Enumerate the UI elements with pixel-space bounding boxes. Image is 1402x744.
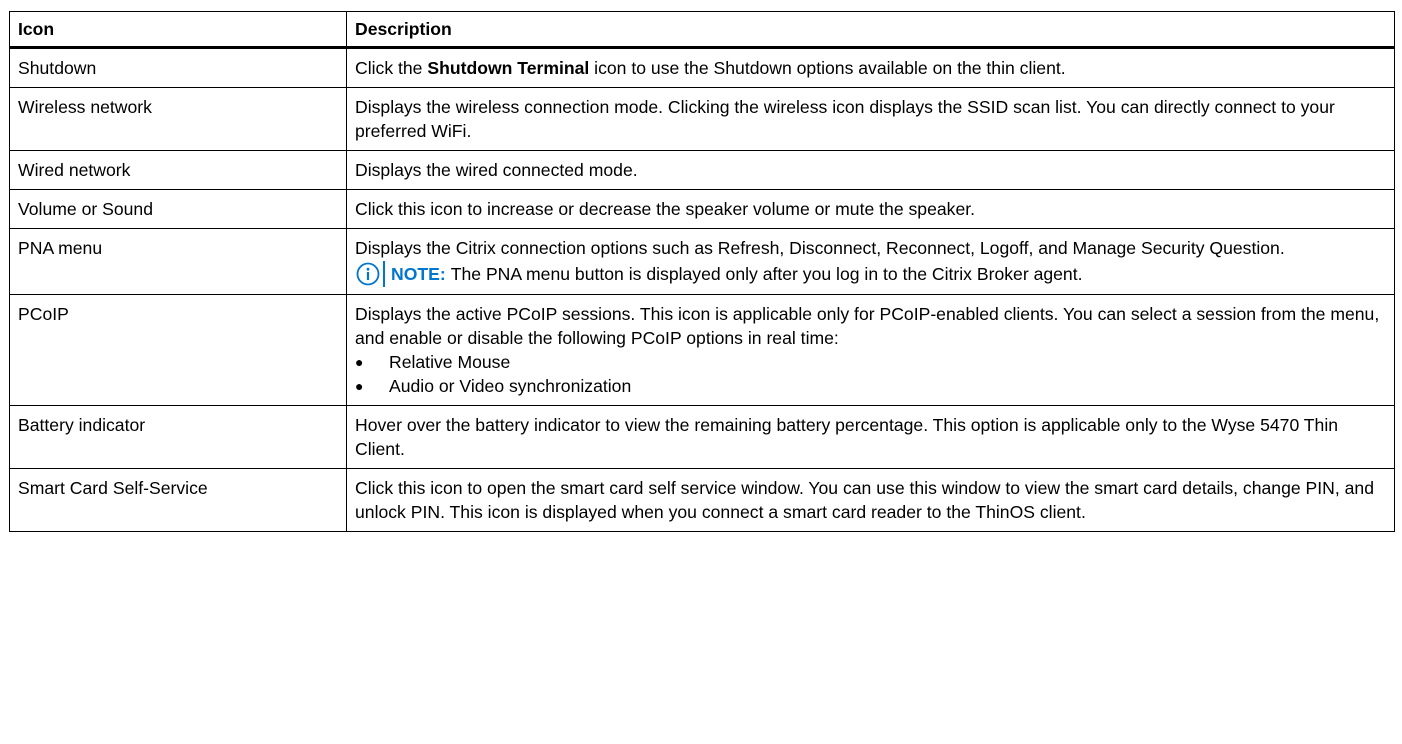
icon-description-table: Icon Description Shutdown Click the Shut… [9, 11, 1395, 532]
list-item: ● Audio or Video synchronization [355, 374, 1386, 398]
row-description: Click the Shutdown Terminal icon to use … [346, 47, 1395, 88]
bullet-list: ● Relative Mouse ● Audio or Video synchron… [355, 350, 1386, 398]
description-text: Click the [355, 58, 428, 78]
description-bold-term: Shutdown Terminal [427, 58, 590, 78]
row-icon-name: Volume or Sound [9, 189, 347, 229]
table-row: Wired network Displays the wired connect… [9, 150, 1395, 190]
table-header-row: Icon Description [9, 11, 1395, 49]
row-description: Click this icon to increase or decrease … [346, 189, 1395, 229]
table-row: Wireless network Displays the wireless c… [9, 87, 1395, 151]
list-item-text: Audio or Video synchronization [389, 376, 632, 396]
table-row: Battery indicator Hover over the battery… [9, 405, 1395, 469]
header-icon: Icon [9, 11, 347, 49]
row-description: Click this icon to open the smart card s… [346, 468, 1395, 532]
row-icon-name: Smart Card Self-Service [9, 468, 347, 532]
row-description: Hover over the battery indicator to view… [346, 405, 1395, 469]
header-description: Description [346, 11, 1395, 49]
row-description: Displays the wired connected mode. [346, 150, 1395, 190]
row-icon-name: PCoIP [9, 294, 347, 406]
row-icon-name: Battery indicator [9, 405, 347, 469]
row-icon-name: PNA menu [9, 228, 347, 295]
table-row: Smart Card Self-Service Click this icon … [9, 468, 1395, 532]
note-callout: NOTE: The PNA menu button is displayed o… [355, 261, 1386, 287]
row-icon-name: Shutdown [9, 47, 347, 88]
description-text: icon to use the Shutdown options availab… [589, 58, 1066, 78]
bullet-icon: ● [355, 378, 364, 394]
list-item: ● Relative Mouse [355, 350, 1386, 374]
table-row: PNA menu Displays the Citrix connection … [9, 228, 1395, 295]
note-label: NOTE: [391, 264, 446, 284]
note-divider [383, 261, 385, 287]
row-icon-name: Wired network [9, 150, 347, 190]
row-icon-name: Wireless network [9, 87, 347, 151]
note-text: The PNA menu button is displayed only af… [450, 264, 1083, 284]
table-row: Shutdown Click the Shutdown Terminal ico… [9, 47, 1395, 88]
description-text: Displays the active PCoIP sessions. This… [355, 304, 1380, 348]
row-description: Displays the active PCoIP sessions. This… [346, 294, 1395, 406]
table-row: PCoIP Displays the active PCoIP sessions… [9, 294, 1395, 406]
description-text: Displays the Citrix connection options s… [355, 238, 1285, 258]
table-row: Volume or Sound Click this icon to incre… [9, 189, 1395, 229]
list-item-text: Relative Mouse [389, 352, 511, 372]
row-description: Displays the wireless connection mode. C… [346, 87, 1395, 151]
row-description: Displays the Citrix connection options s… [346, 228, 1395, 295]
bullet-icon: ● [355, 354, 364, 370]
info-icon [355, 261, 381, 287]
